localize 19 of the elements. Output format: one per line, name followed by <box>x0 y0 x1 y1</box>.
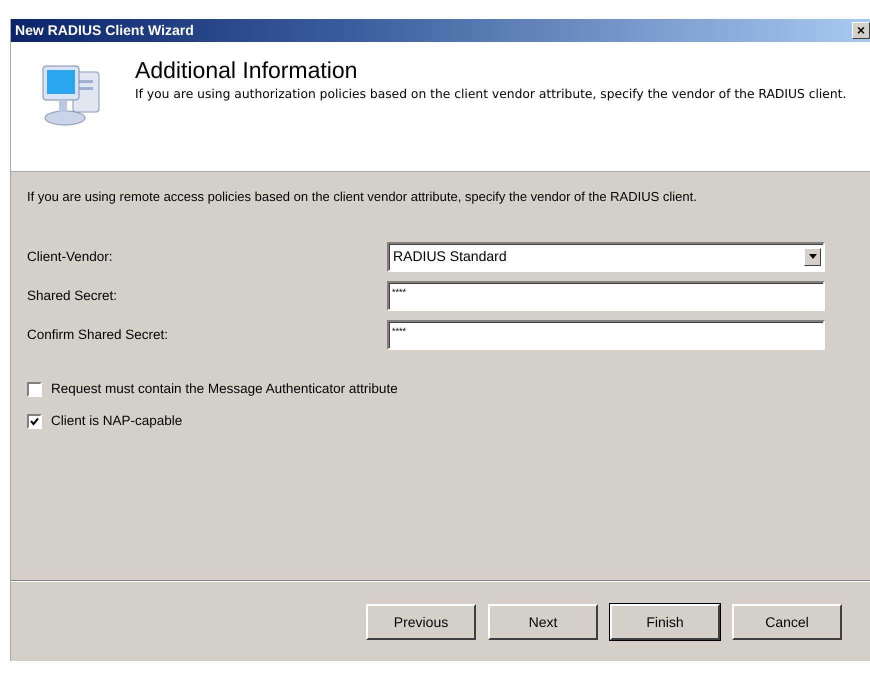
dropdown-field[interactable]: RADIUS Standard <box>387 242 825 272</box>
checkbox[interactable] <box>27 382 42 397</box>
window-title: New RADIUS Client Wizard <box>15 21 194 40</box>
page-title: Additional Information <box>135 58 358 84</box>
checkbox-label: Client is NAP-capable <box>51 412 182 430</box>
wizard-button[interactable]: Previous <box>366 604 476 640</box>
field-label: Client-Vendor: <box>27 248 114 266</box>
field-label: Shared Secret: <box>27 286 118 305</box>
close-button[interactable]: × <box>852 22 870 39</box>
instruction-text: If you are using remote access policies based on the client vendor attribute, specify the vendor of the RADIUS client. <box>27 189 698 206</box>
field-label: Confirm Shared Secret: <box>27 326 170 344</box>
checkbox-label: Request must contain the Message Authenticator attribute <box>51 380 398 398</box>
wizard-button[interactable]: Cancel <box>732 604 842 640</box>
password-field[interactable]: **** <box>387 280 825 311</box>
checkbox[interactable] <box>27 414 42 429</box>
page-description: If you are using authorization policies based on the client vendor attribute, specify the vendor of the RADIUS client. <box>135 87 846 104</box>
password-field[interactable]: **** <box>387 320 825 350</box>
wizard-button[interactable]: Finish <box>610 604 720 640</box>
wizard-button[interactable]: Next <box>488 604 598 640</box>
